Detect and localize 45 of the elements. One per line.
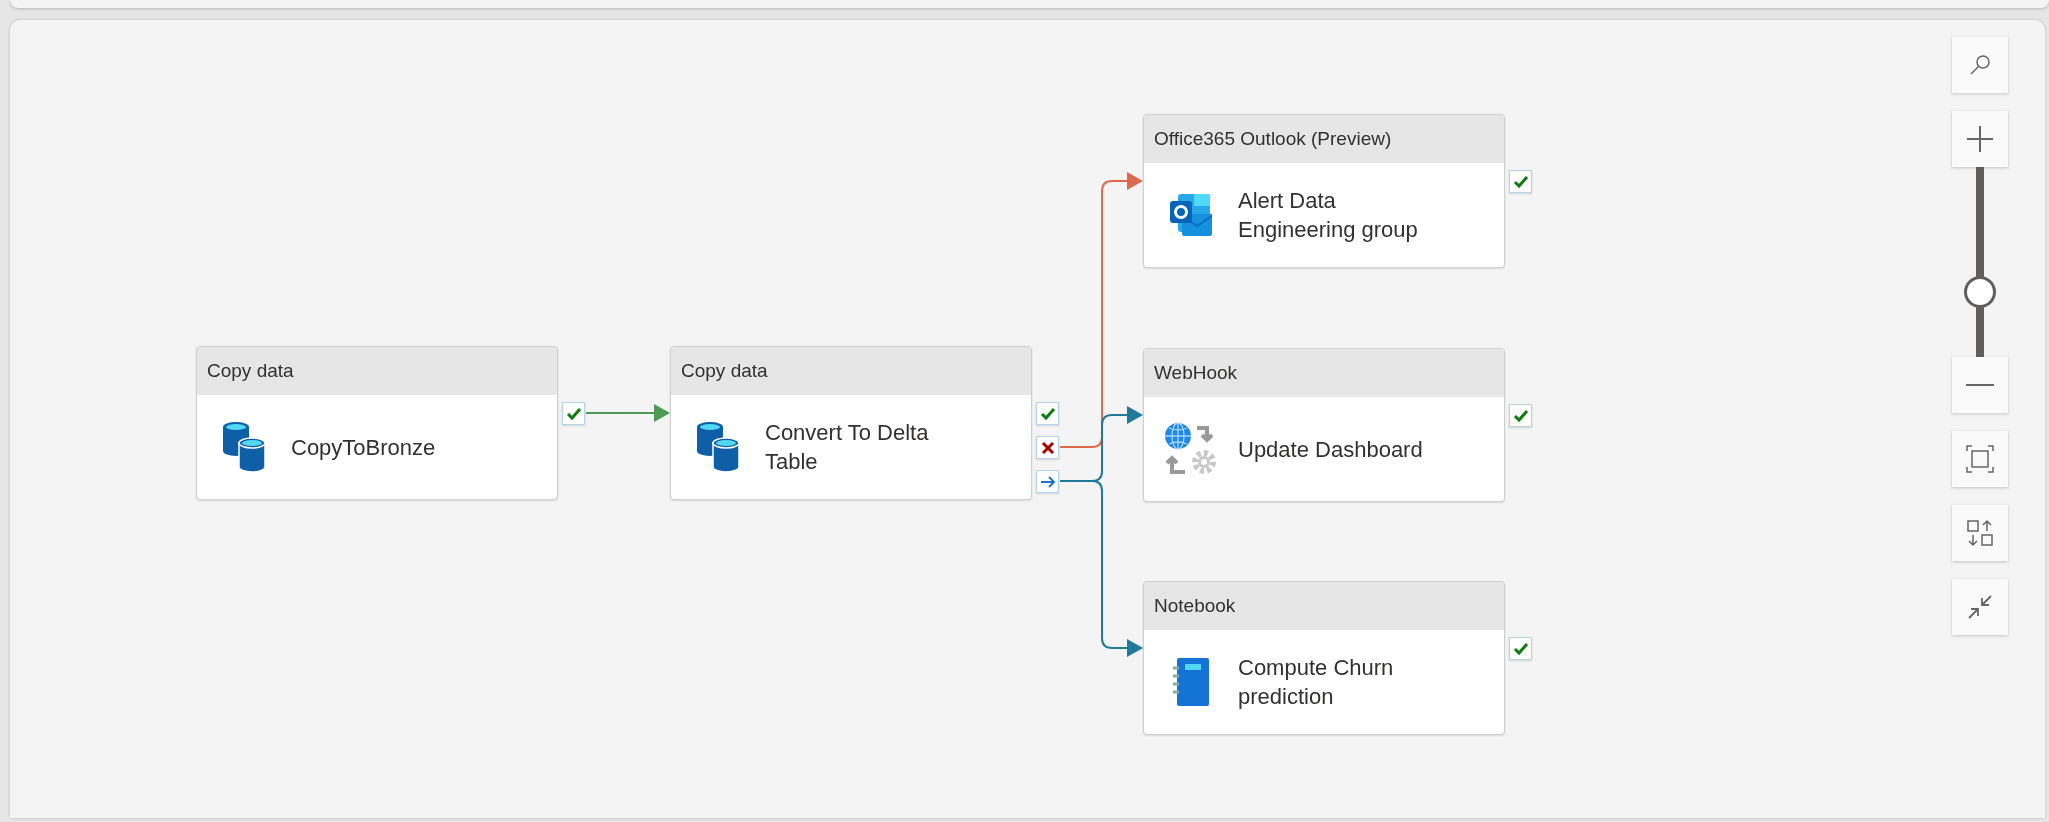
- success-check-icon: [1039, 406, 1056, 421]
- collapse-button[interactable]: [1952, 579, 2008, 635]
- fit-to-screen-button[interactable]: [1952, 431, 2008, 487]
- collapse-icon: [1967, 594, 1993, 620]
- success-check-icon: [565, 406, 582, 421]
- success-check-icon: [1512, 641, 1529, 656]
- minus-icon: [1966, 383, 1994, 387]
- zoom-slider-thumb[interactable]: [1964, 276, 1996, 309]
- activity-type: Copy data: [207, 358, 294, 383]
- activity-name: Compute Churn prediction: [1238, 654, 1395, 711]
- notebook-icon: [1171, 656, 1211, 708]
- webhook-icon: [1164, 422, 1218, 476]
- auto-align-icon: [1966, 519, 1994, 547]
- completion-arrow-icon: [1039, 474, 1056, 489]
- success-output-port[interactable]: [1509, 404, 1532, 427]
- database-icon: [221, 421, 267, 473]
- activity-card[interactable]: Office365 Outlook (Preview) Alert Data Engineering group: [1143, 114, 1505, 268]
- activity-type: WebHook: [1154, 360, 1238, 385]
- fit-to-screen-icon: [1966, 445, 1994, 473]
- completion-output-port[interactable]: [1036, 470, 1059, 493]
- activity-type: Copy data: [681, 358, 768, 383]
- search-icon: [1968, 53, 1992, 77]
- success-output-port[interactable]: [562, 402, 585, 425]
- success-check-icon: [1512, 408, 1529, 423]
- failure-output-port[interactable]: [1036, 436, 1059, 459]
- success-output-port[interactable]: [1509, 637, 1532, 660]
- activity-card[interactable]: Notebook Compute Churn prediction: [1143, 581, 1505, 735]
- activity-type: Notebook: [1154, 593, 1236, 618]
- activity-card[interactable]: Copy data CopyToBronze: [196, 346, 558, 500]
- activity-card[interactable]: WebHook Update Dashboard: [1143, 348, 1505, 502]
- activity-card[interactable]: Copy data Convert To Delta Table: [670, 346, 1032, 500]
- success-output-port[interactable]: [1036, 402, 1059, 425]
- activity-name: Alert Data Engineering group: [1238, 187, 1419, 244]
- activity-name: Convert To Delta Table: [765, 419, 930, 476]
- activity-name: CopyToBronze: [291, 433, 437, 462]
- outlook-icon: [1168, 192, 1214, 238]
- success-output-port[interactable]: [1509, 170, 1532, 193]
- activity-type: Office365 Outlook (Preview): [1154, 126, 1392, 151]
- failure-cross-icon: [1040, 440, 1055, 455]
- plus-icon: [1966, 125, 1994, 153]
- database-icon: [695, 421, 741, 473]
- auto-align-button[interactable]: [1952, 505, 2008, 561]
- success-check-icon: [1512, 174, 1529, 189]
- activity-name: Update Dashboard: [1238, 435, 1424, 464]
- zoom-in-button[interactable]: [1952, 111, 2008, 167]
